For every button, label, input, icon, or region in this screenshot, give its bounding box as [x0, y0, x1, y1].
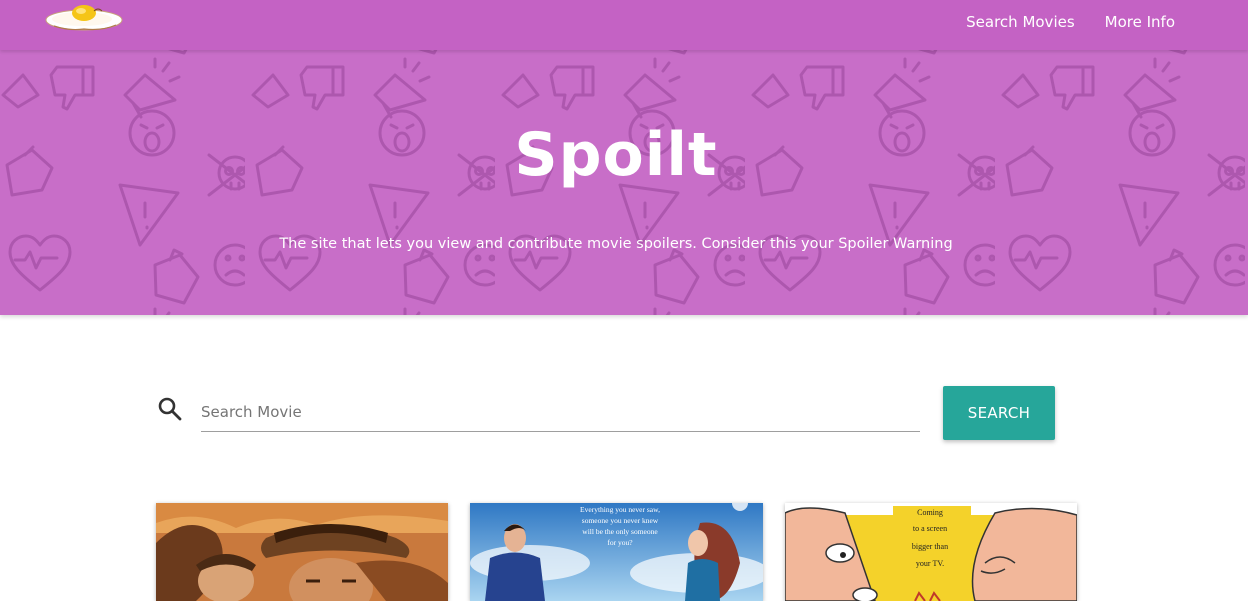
- movie-card[interactable]: Everything you never saw, someone you ne…: [470, 503, 763, 601]
- poster-tagline-line: to a screen: [913, 524, 947, 533]
- poster-tagline-line: someone you never knew: [582, 516, 659, 525]
- hero-subtitle: The site that lets you view and contribu…: [279, 236, 953, 252]
- navbar: Search Movies More Info: [0, 0, 1248, 50]
- poster-tagline-line: will be the only someone: [582, 527, 658, 536]
- nav-links: Search Movies More Info: [936, 0, 1175, 44]
- logo-fried-egg-icon[interactable]: [44, 2, 124, 32]
- movie-poster-image: Everything you never saw, someone you ne…: [470, 503, 763, 601]
- movie-poster-image: [156, 503, 448, 601]
- poster-tagline-line: your TV.: [916, 559, 944, 568]
- search-button[interactable]: SEARCH: [943, 386, 1055, 440]
- hero-banner: Spoilt The site that lets you view and c…: [0, 50, 1248, 315]
- poster-tagline-line: Everything you never saw,: [580, 505, 660, 514]
- poster-tagline-line: for you?: [607, 538, 633, 547]
- search-input[interactable]: [201, 392, 920, 432]
- movie-poster-image: Coming to a screen bigger than your TV.: [785, 503, 1077, 601]
- nav-link-more-info[interactable]: More Info: [1105, 13, 1175, 31]
- hero-title: Spoilt: [514, 120, 718, 190]
- movie-card[interactable]: [156, 503, 448, 601]
- search-icon: [157, 396, 183, 422]
- movie-card[interactable]: Coming to a screen bigger than your TV.: [785, 503, 1077, 601]
- poster-tagline-line: Coming: [917, 508, 943, 517]
- poster-tagline-line: bigger than: [912, 542, 948, 551]
- nav-link-search-movies[interactable]: Search Movies: [966, 13, 1075, 31]
